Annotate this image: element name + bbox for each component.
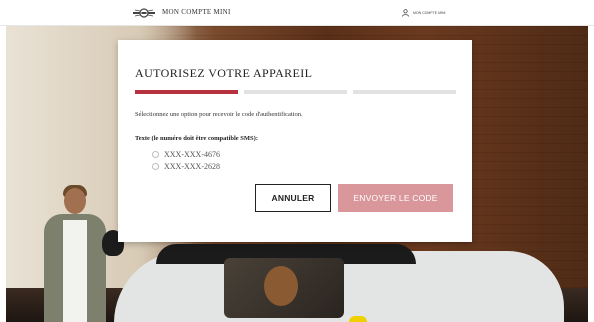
driver-figure	[264, 266, 298, 306]
man-head	[64, 188, 86, 214]
dialog-title: AUTORISEZ VOTRE APPAREIL	[135, 66, 313, 80]
mini-wings-logo-icon[interactable]	[133, 8, 155, 18]
authorize-device-dialog: AUTORISEZ VOTRE APPAREIL Sélectionnez un…	[118, 40, 472, 242]
top-navigation-bar: MON COMPTE MINI MON COMPTE MINI	[0, 0, 594, 26]
phone-option-label: XXX-XXX-2628	[164, 162, 220, 171]
radio-button[interactable]	[152, 151, 159, 158]
cancel-button[interactable]: ANNULER	[255, 184, 331, 212]
brand-title: MON COMPTE MINI	[162, 8, 231, 16]
step-3	[353, 90, 456, 94]
send-code-button[interactable]: ENVOYER LE CODE	[338, 184, 453, 212]
man-shirt	[63, 220, 87, 322]
instruction-text: Sélectionnez une option pour recevoir le…	[135, 111, 303, 118]
phone-option-2[interactable]: XXX-XXX-2628	[152, 162, 220, 171]
step-1-active	[135, 90, 238, 94]
phone-option-label: XXX-XXX-4676	[164, 150, 220, 159]
phone-option-1[interactable]: XXX-XXX-4676	[152, 150, 220, 159]
user-icon	[402, 9, 409, 17]
progress-steps	[135, 90, 456, 94]
account-link[interactable]: MON COMPTE MINI	[402, 9, 445, 17]
step-2	[244, 90, 347, 94]
account-label: MON COMPTE MINI	[413, 11, 446, 15]
sms-group-label: Texte (le numéro doit être compatible SM…	[135, 135, 258, 142]
radio-button[interactable]	[152, 163, 159, 170]
yellow-mirror	[349, 316, 367, 322]
